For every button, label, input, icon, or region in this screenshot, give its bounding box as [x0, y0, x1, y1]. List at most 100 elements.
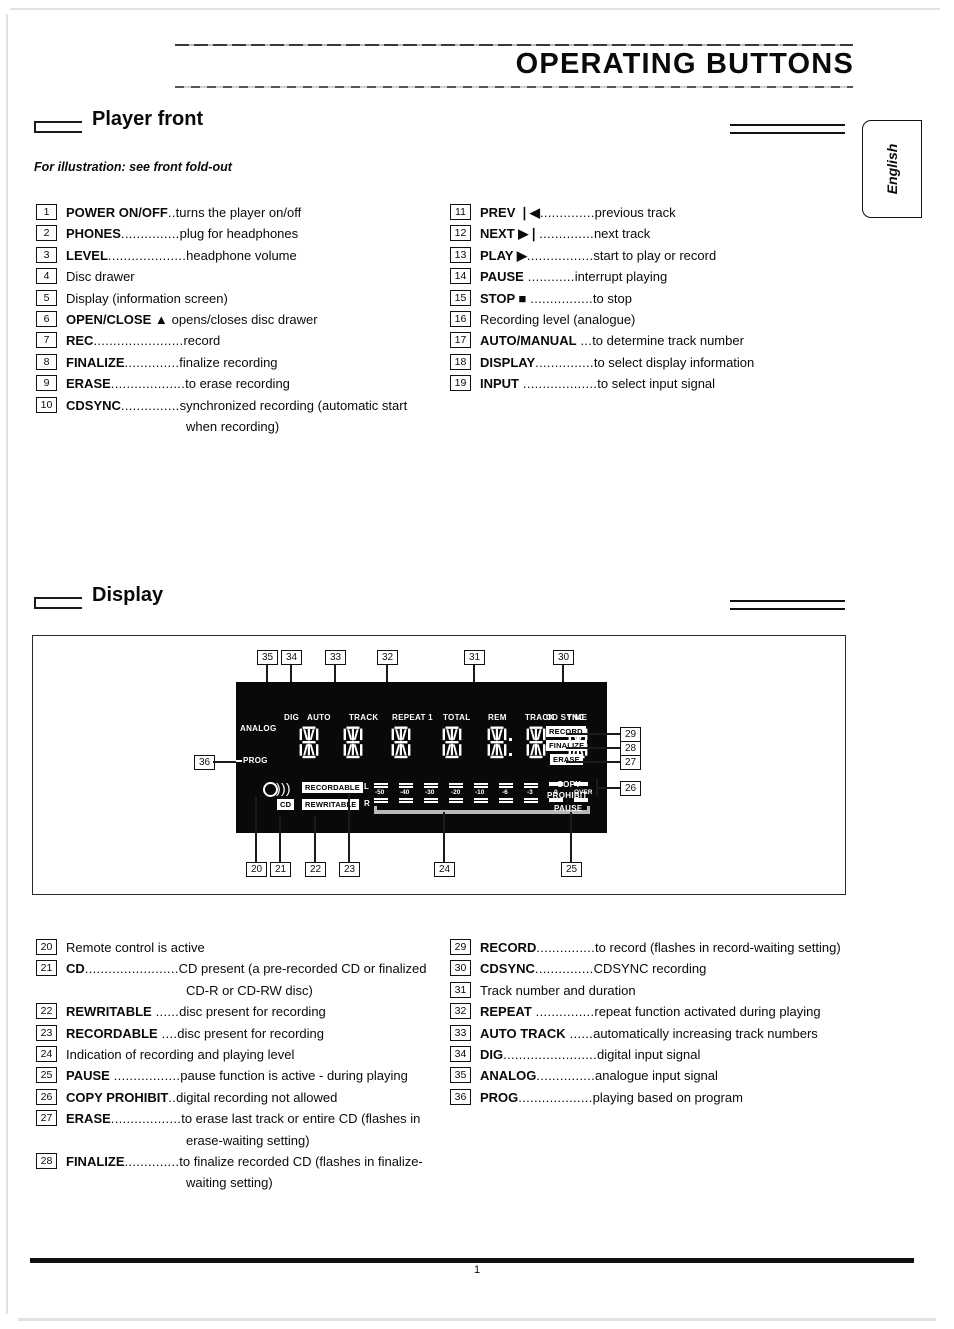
- item-number: 27: [36, 1110, 57, 1127]
- item-number: 6: [36, 311, 57, 328]
- item-term: CD: [66, 961, 85, 977]
- list-item: 13 PLAY ▶.................start to play o…: [450, 245, 850, 266]
- item-dot-leader: ..: [168, 1089, 177, 1105]
- meter-seg-r: [474, 801, 488, 803]
- meter-tick-label: -30: [425, 789, 435, 796]
- meter-seg-r: [524, 798, 538, 800]
- list-item: 14 PAUSE ............interrupt playing: [450, 266, 850, 287]
- segment-digit: [343, 726, 363, 759]
- list-item: 34 DIG........................digital inp…: [450, 1044, 850, 1065]
- item-description: Display (information screen): [66, 290, 228, 306]
- meter-seg-r: [424, 798, 438, 800]
- meter-seg-l: [524, 783, 538, 785]
- meter-bracket-tick-left: [374, 806, 377, 814]
- item-number: 3: [36, 246, 57, 263]
- item-description: CD present (a pre-recorded CD or finaliz…: [178, 961, 427, 977]
- item-number: 8: [36, 353, 57, 370]
- remote-waves-icon: ))): [276, 780, 291, 796]
- item-number: 7: [36, 332, 57, 349]
- item-term: ANALOG: [480, 1068, 537, 1084]
- callout-23: 23: [339, 862, 360, 877]
- item-number: 34: [450, 1046, 471, 1063]
- item-dot-leader: ........................: [84, 961, 179, 977]
- item-dot-leader: ...............: [531, 1004, 595, 1020]
- scan-artifact-bottom: [18, 1318, 936, 1321]
- item-description: to erase recording: [185, 376, 290, 392]
- meter-seg-r: [424, 801, 438, 803]
- callout-29: 29: [620, 727, 641, 742]
- item-term: STOP ■: [480, 290, 527, 306]
- section-rule-player-front: [730, 124, 845, 134]
- meter-seg-l: [524, 786, 538, 788]
- item-term: CDSYNC: [66, 397, 121, 413]
- item-number: 32: [450, 1003, 471, 1020]
- item-dot-leader: .......................: [93, 333, 184, 349]
- item-description: playing based on program: [592, 1089, 743, 1105]
- meter-seg-r: [399, 798, 413, 800]
- list-item: 12 NEXT ▶❘..............next track: [450, 223, 850, 244]
- callout-20: 20: [246, 862, 267, 877]
- item-dot-leader: ..: [167, 205, 176, 220]
- indicator-prohibit: PROHIBIT: [547, 791, 588, 800]
- item-number: 16: [450, 311, 471, 328]
- item-description: turns the player on/off: [175, 205, 302, 220]
- item-dot-leader: .................: [109, 1068, 181, 1084]
- meter-seg-l: [449, 783, 463, 785]
- item-dot-leader: ...................: [519, 376, 598, 392]
- segment-digit: [526, 726, 546, 759]
- colon-dot-upper: [509, 738, 512, 741]
- item-number: 35: [450, 1067, 471, 1084]
- meter-seg-r: [449, 798, 463, 800]
- item-dot-leader: .................: [526, 247, 594, 263]
- meter-seg-l: [499, 786, 513, 788]
- leader-29: [566, 733, 620, 735]
- item-dot-leader: ..............: [124, 1154, 180, 1170]
- item-dot-leader: ......: [151, 1004, 180, 1020]
- indicator-total: TOTAL: [443, 713, 471, 722]
- leader-28: [566, 747, 620, 749]
- item-term: INPUT: [480, 376, 519, 392]
- item-dot-leader: ...............: [536, 1068, 596, 1084]
- item-description: plug for headphones: [179, 226, 299, 242]
- item-dot-leader: ................: [526, 290, 593, 306]
- indicator-finalize: FINALIZE: [546, 740, 588, 751]
- list-item: 19 INPUT ...................to select inp…: [450, 373, 850, 394]
- item-number: 36: [450, 1088, 471, 1105]
- item-number: 4: [36, 268, 57, 285]
- leader-24: [443, 812, 445, 862]
- indicator-recordable: RECORDABLE: [302, 782, 363, 793]
- callout-30: 30: [553, 650, 574, 665]
- leader-26: [597, 787, 620, 789]
- list-item: 26 COPY PROHIBIT..digital recording not a…: [36, 1087, 436, 1108]
- callout-24: 24: [434, 862, 455, 877]
- list-item: 35 ANALOG...............analogue input si…: [450, 1065, 850, 1086]
- section-title-player-front: Player front: [92, 108, 204, 130]
- item-description: to finalize recorded CD (flashes in fina…: [179, 1154, 423, 1170]
- list-item: 8 FINALIZE..............finalize recordin…: [36, 352, 436, 373]
- list-item: 9 ERASE...................to erase record…: [36, 373, 436, 394]
- meter-seg-l: [374, 783, 388, 785]
- item-term: PAUSE: [480, 269, 524, 285]
- list-item: 4 Disc drawer: [36, 266, 436, 287]
- item-description: automatically increasing track numbers: [593, 1025, 818, 1041]
- meter-tick-label: -50: [375, 789, 385, 796]
- item-dot-leader: ..............: [539, 205, 595, 220]
- item-description: synchronized recording (automatic start: [179, 397, 408, 413]
- item-dot-leader: ..............: [539, 226, 594, 242]
- callout-21: 21: [270, 862, 291, 877]
- meter-seg-l: [424, 783, 438, 785]
- item-dot-leader: ...............: [120, 397, 180, 413]
- item-dot-leader: ...............: [120, 226, 180, 242]
- item-dot-leader: ..............: [124, 354, 180, 370]
- list-item: 15 STOP ■ ................to stop: [450, 288, 850, 309]
- list-item: 33 AUTO TRACK ......automatically increas…: [450, 1023, 850, 1044]
- colon-dot-lower: [509, 753, 512, 756]
- list-item: 5 Display (information screen): [36, 288, 436, 309]
- callout-32: 32: [377, 650, 398, 665]
- list-item: 22 REWRITABLE ......disc present for reco…: [36, 1001, 436, 1022]
- callout-27: 27: [620, 755, 641, 770]
- meter-tick-label: -3: [527, 789, 533, 796]
- item-dot-leader: ............: [523, 269, 575, 285]
- item-term: DIG: [480, 1047, 504, 1063]
- item-dot-leader: ...................: [518, 1089, 593, 1105]
